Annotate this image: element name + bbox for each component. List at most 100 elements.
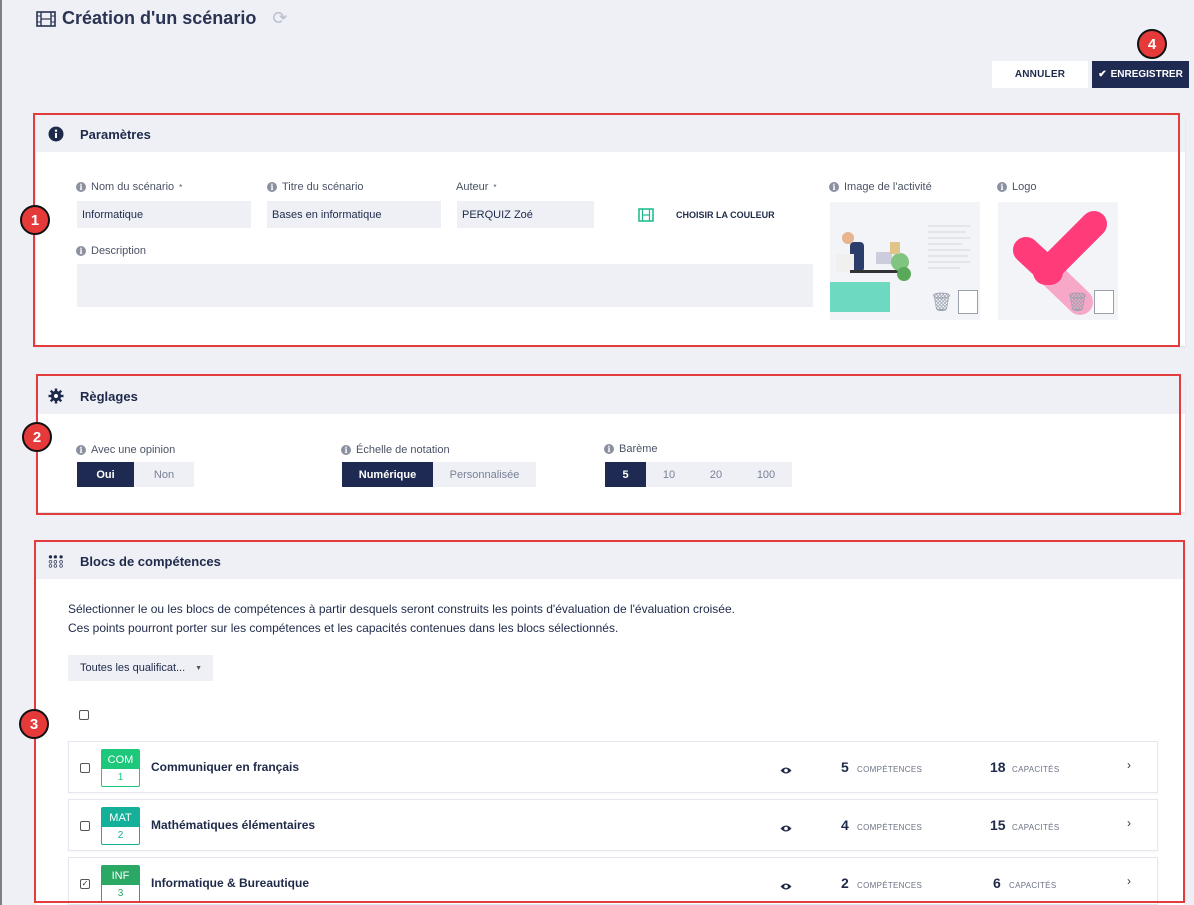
eye-icon[interactable] <box>780 762 792 780</box>
auteur-label: Auteur * <box>456 181 497 193</box>
bareme-5-option[interactable]: 5 <box>605 462 646 487</box>
parametres-card: Paramètres i Nom du scénario * Informatiqu… <box>36 116 1185 346</box>
reglages-header: Règlages <box>36 378 1185 414</box>
bloc-row[interactable]: ✓ INF 3 Informatique & Bureautique 2 COM… <box>68 857 1158 905</box>
echelle-numerique-option[interactable]: Numérique <box>342 462 433 487</box>
bloc-name: Informatique & Bureautique <box>151 876 310 890</box>
nom-label: i Nom du scénario * <box>76 181 182 193</box>
auteur-label-text: Auteur <box>456 181 489 193</box>
bloc-checkbox[interactable] <box>80 821 90 831</box>
bloc-code: MAT <box>102 808 139 827</box>
bloc-name: Mathématiques élémentaires <box>151 818 316 832</box>
bareme-label: i Barème <box>604 443 658 455</box>
upload-logo-icon[interactable] <box>1094 290 1114 314</box>
cancel-button[interactable]: ANNULER <box>992 61 1088 88</box>
description-label: i Description <box>76 245 146 257</box>
bloc-checkbox[interactable] <box>80 763 90 773</box>
info-circle-icon <box>48 126 66 142</box>
nom-input[interactable]: Informatique <box>77 201 251 228</box>
blocs-header: Blocs de compétences <box>36 543 1185 579</box>
opinion-oui-option[interactable]: Oui <box>77 462 134 487</box>
blocs-title: Blocs de compétences <box>80 553 221 569</box>
echelle-label-text: Échelle de notation <box>356 444 450 456</box>
auteur-input[interactable]: PERQUIZ Zoé <box>457 201 594 228</box>
competences-unit: COMPÉTENCES <box>857 881 923 890</box>
info-icon: i <box>267 182 277 192</box>
choose-color-label: CHOISIR LA COULEUR <box>676 210 775 220</box>
delete-logo-icon[interactable]: 🗑 <box>1066 292 1089 313</box>
eye-icon[interactable] <box>780 878 792 896</box>
capacites-unit: CAPACITÉS <box>1012 823 1060 832</box>
competences-unit: COMPÉTENCES <box>857 765 923 774</box>
bloc-row[interactable]: COM 1 Communiquer en français 5 COMPÉTEN… <box>68 741 1158 793</box>
titre-label: i Titre du scénario <box>267 181 364 193</box>
film-icon <box>36 10 56 27</box>
parametres-header: Paramètres <box>36 116 1185 152</box>
refresh-icon[interactable]: ⟳ <box>272 8 287 29</box>
bloc-code: COM <box>102 750 139 769</box>
bloc-checkbox-checked[interactable]: ✓ <box>80 879 90 889</box>
required-mark: * <box>493 182 497 192</box>
grid-dots-icon <box>48 553 66 569</box>
opinion-non-option[interactable]: Non <box>134 462 194 487</box>
window-edge <box>0 0 2 905</box>
bloc-name: Communiquer en français <box>151 760 300 774</box>
eye-icon[interactable] <box>780 820 792 838</box>
save-button[interactable]: ✔ ENREGISTRER <box>1092 61 1189 88</box>
logo-label-text: Logo <box>1012 181 1037 193</box>
echelle-toggle: Numérique Personnalisée <box>342 462 536 487</box>
echelle-personnalisee-option[interactable]: Personnalisée <box>433 462 536 487</box>
upload-image-icon[interactable] <box>958 290 978 314</box>
titre-label-text: Titre du scénario <box>282 181 364 193</box>
chevron-right-icon[interactable]: › <box>1127 874 1131 888</box>
titre-input[interactable]: Bases en informatique <box>267 201 441 228</box>
bareme-100-option[interactable]: 100 <box>740 462 792 487</box>
capacites-count: 15 <box>990 817 1006 833</box>
select-all-checkbox[interactable] <box>79 710 89 720</box>
reglages-title: Règlages <box>80 388 138 404</box>
reglages-card: Règlages i Avec une opinion Oui Non i Éche… <box>36 378 1185 512</box>
capacites-count: 18 <box>990 759 1006 775</box>
info-icon: i <box>76 182 86 192</box>
annotation-marker-2: 2 <box>22 422 52 452</box>
bloc-code: INF <box>102 866 139 885</box>
choose-color-button[interactable]: CHOISIR LA COULEUR <box>638 208 775 222</box>
info-icon: i <box>341 445 351 455</box>
annotation-marker-3: 3 <box>19 709 49 739</box>
qualification-dropdown-label: Toutes les qualificat... <box>80 662 186 674</box>
description-label-text: Description <box>91 245 147 257</box>
delete-image-icon[interactable]: 🗑 <box>930 292 953 313</box>
capacites-unit: CAPACITÉS <box>1012 765 1060 774</box>
competences-unit: COMPÉTENCES <box>857 823 923 832</box>
caret-down-icon: ▼ <box>195 664 203 672</box>
save-button-label: ENREGISTRER <box>1110 69 1183 80</box>
bloc-badge: MAT 2 <box>101 807 140 845</box>
blocs-intro-line2: Ces points pourront porter sur les compé… <box>68 621 619 635</box>
info-icon: i <box>997 182 1007 192</box>
chevron-right-icon[interactable]: › <box>1127 816 1131 830</box>
check-icon: ✔ <box>1098 69 1107 80</box>
page-header: Création d'un scénario ⟳ <box>36 8 287 29</box>
description-textarea[interactable] <box>77 264 813 307</box>
bareme-20-option[interactable]: 20 <box>692 462 740 487</box>
bloc-number: 1 <box>117 772 124 783</box>
info-icon: i <box>829 182 839 192</box>
opinion-label: i Avec une opinion <box>76 444 175 456</box>
info-icon: i <box>76 246 86 256</box>
bareme-10-option[interactable]: 10 <box>646 462 692 487</box>
bloc-number: 3 <box>117 888 124 899</box>
parametres-title: Paramètres <box>80 126 151 142</box>
page-title: Création d'un scénario <box>62 8 257 28</box>
film-color-icon <box>638 208 654 222</box>
bloc-badge: INF 3 <box>101 865 140 903</box>
qualification-dropdown[interactable]: Toutes les qualificat... ▼ <box>68 655 213 681</box>
annotation-marker-4: 4 <box>1137 29 1167 59</box>
chevron-right-icon[interactable]: › <box>1127 758 1131 772</box>
info-icon: i <box>76 445 86 455</box>
capacites-count: 6 <box>993 875 1001 891</box>
bloc-row[interactable]: MAT 2 Mathématiques élémentaires 4 COMPÉ… <box>68 799 1158 851</box>
bareme-toggle: 5 10 20 100 <box>605 462 792 487</box>
nom-label-text: Nom du scénario <box>91 181 175 193</box>
capacites-unit: CAPACITÉS <box>1009 881 1057 890</box>
annotation-marker-1: 1 <box>20 205 50 235</box>
